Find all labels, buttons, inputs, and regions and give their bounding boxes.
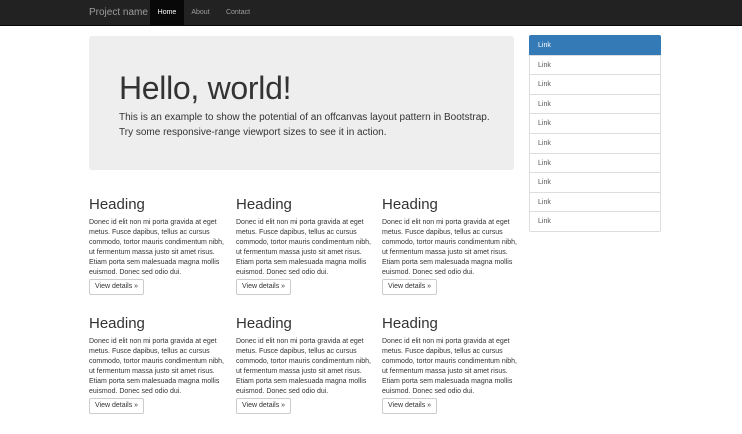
column-body: Donec id elit non mi porta gravida at eg… xyxy=(236,219,371,275)
column-body: Donec id elit non mi porta gravida at eg… xyxy=(89,219,224,275)
column-body: Donec id elit non mi porta gravida at eg… xyxy=(236,338,371,394)
navbar-brand[interactable]: Project name xyxy=(89,0,148,26)
view-details-button[interactable]: View details » xyxy=(89,279,145,295)
sidebar-list-group: Link Link Link Link Link Link Link Link … xyxy=(529,35,661,232)
view-details-button[interactable]: View details » xyxy=(89,398,145,414)
nav-item-contact[interactable]: Contact xyxy=(217,0,259,26)
sidebar-link[interactable]: Link xyxy=(529,211,661,232)
content-column: Heading Donec id elit non mi porta gravi… xyxy=(89,196,225,295)
column-heading: Heading xyxy=(382,196,438,213)
column-heading: Heading xyxy=(382,315,438,332)
view-details-button[interactable]: View details » xyxy=(382,398,438,414)
column-body: Donec id elit non mi porta gravida at eg… xyxy=(382,219,517,275)
sidebar-link[interactable]: Link xyxy=(529,93,661,115)
sidebar-link[interactable]: Link xyxy=(529,152,661,174)
content-column: Heading Donec id elit non mi porta gravi… xyxy=(382,315,518,414)
column-body: Donec id elit non mi porta gravida at eg… xyxy=(89,338,224,394)
view-details-button[interactable]: View details » xyxy=(236,279,292,295)
nav-item-home[interactable]: Home xyxy=(150,0,184,26)
content-column: Heading Donec id elit non mi porta gravi… xyxy=(236,315,372,414)
view-details-button[interactable]: View details » xyxy=(236,398,292,414)
top-navbar: Project name Home About Contact xyxy=(0,0,742,26)
column-heading: Heading xyxy=(236,196,292,213)
sidebar-link[interactable]: Link xyxy=(529,35,661,56)
jumbotron-title: Hello, world! xyxy=(119,70,292,106)
column-heading: Heading xyxy=(89,196,145,213)
sidebar-link[interactable]: Link xyxy=(529,132,661,154)
sidebar-link[interactable]: Link xyxy=(529,74,661,95)
content-column: Heading Donec id elit non mi porta gravi… xyxy=(236,196,372,295)
column-heading: Heading xyxy=(236,315,292,332)
view-details-button[interactable]: View details » xyxy=(382,279,438,295)
sidebar-link[interactable]: Link xyxy=(529,54,661,76)
column-heading: Heading xyxy=(89,315,145,332)
sidebar-link[interactable]: Link xyxy=(529,191,661,213)
jumbotron-text: This is an example to show the potential… xyxy=(119,112,490,138)
jumbotron: Hello, world! This is an example to show… xyxy=(89,36,514,170)
content-column: Heading Donec id elit non mi porta gravi… xyxy=(89,315,225,414)
sidebar-link[interactable]: Link xyxy=(529,113,661,134)
nav-item-about[interactable]: About xyxy=(184,0,217,26)
sidebar-link[interactable]: Link xyxy=(529,172,661,193)
column-body: Donec id elit non mi porta gravida at eg… xyxy=(382,338,517,394)
content-column: Heading Donec id elit non mi porta gravi… xyxy=(382,196,518,295)
